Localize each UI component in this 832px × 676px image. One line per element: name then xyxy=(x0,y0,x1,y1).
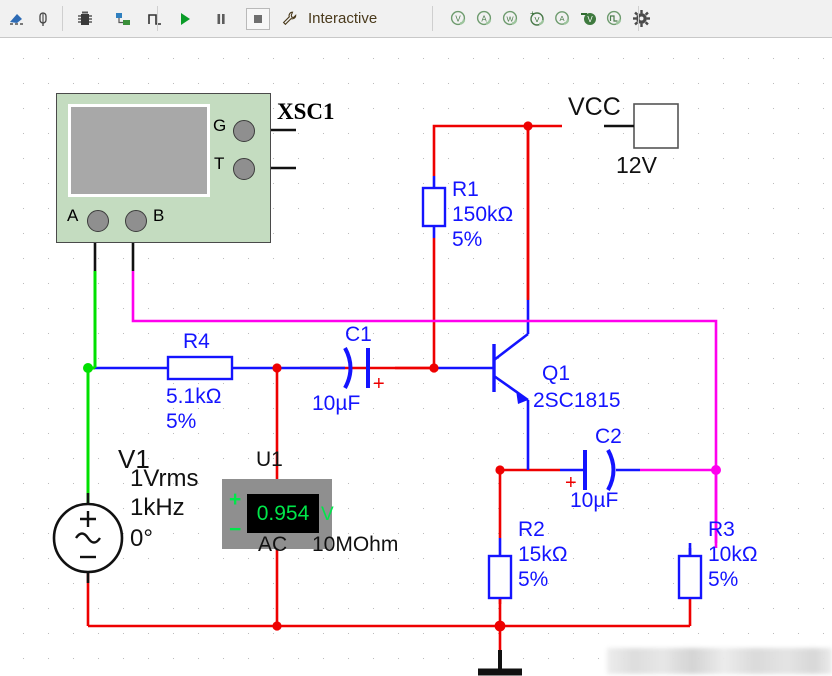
voltage-probe-icon[interactable]: V xyxy=(446,6,472,32)
main-toolbar: Interactive V A W + V A V xyxy=(0,0,832,38)
toolbar-group-simulation: Interactive xyxy=(172,0,377,37)
multimeter-unit-label: V xyxy=(321,504,334,525)
channel-b-terminal[interactable] xyxy=(125,210,147,232)
c2-ref-label: C2 xyxy=(595,425,622,448)
multimeter-ref-label: U1 xyxy=(256,448,283,471)
r1-value-label: 150kΩ xyxy=(452,203,514,226)
digital-probe-icon[interactable] xyxy=(602,6,628,32)
multimeter-plus-terminal-label: + xyxy=(229,488,242,511)
r2-tolerance-label: 5% xyxy=(518,568,549,591)
r3-tolerance-label: 5% xyxy=(708,568,739,591)
r3-value-label: 10kΩ xyxy=(708,543,758,566)
v1-frequency-label: 1kHz xyxy=(130,494,185,521)
c1-polarity-label: + xyxy=(373,373,385,395)
oscilloscope-xsc1[interactable]: A B G T xyxy=(56,93,271,243)
c2-value-label: 10µF xyxy=(570,489,619,512)
probe-icon[interactable] xyxy=(30,6,56,32)
q1-part-label: 2SC1815 xyxy=(533,389,621,412)
v1-amplitude-label: 1Vrms xyxy=(130,465,199,492)
channel-a-label: A xyxy=(67,206,79,225)
toolbar-separator-1 xyxy=(62,6,63,31)
ground-label: G xyxy=(213,116,227,135)
q1-ref-label: Q1 xyxy=(542,362,571,385)
r4-tolerance-label: 5% xyxy=(166,410,197,433)
svg-text:A: A xyxy=(559,14,564,23)
multimeter-display: 0.954 xyxy=(247,494,319,533)
toolbar-separator-4 xyxy=(638,6,639,31)
power-probe-icon[interactable]: W xyxy=(498,6,524,32)
resistor-r4-body xyxy=(166,355,234,381)
c1-value-label: 10µF xyxy=(312,392,361,415)
oscilloscope-display xyxy=(68,104,210,197)
multisim-window: Interactive V A W + V A V A B G T XSC1 +… xyxy=(0,0,832,676)
svg-text:V: V xyxy=(534,15,539,24)
image-watermark xyxy=(607,648,832,674)
r3-ref-label: R3 xyxy=(708,518,735,541)
schematic-canvas[interactable]: A B G T XSC1 + − 0.954 V U1 AC 10MOhm VC… xyxy=(0,38,832,676)
reference-voltage-probe-icon[interactable]: V xyxy=(576,6,602,32)
resistor-r1-body xyxy=(421,186,447,228)
toolbar-separator-2 xyxy=(157,6,158,31)
channel-a-terminal[interactable] xyxy=(87,210,109,232)
current-probe-icon[interactable]: A xyxy=(472,6,498,32)
toolbar-group-probes: V A W + V A V xyxy=(446,0,654,37)
toolbar-group-place xyxy=(4,0,56,37)
capacitor-c2-body xyxy=(583,449,616,491)
r2-ref-label: R2 xyxy=(518,518,545,541)
hierarchy-block-icon[interactable] xyxy=(110,6,136,32)
differential-current-probe-icon[interactable]: A xyxy=(550,6,576,32)
ground-symbol xyxy=(478,650,522,676)
svg-text:V: V xyxy=(455,14,461,23)
r4-ref-label: R4 xyxy=(183,330,210,353)
differential-voltage-probe-icon[interactable]: + V xyxy=(524,6,550,32)
stop-simulation-button[interactable] xyxy=(246,7,270,30)
trigger-terminal[interactable] xyxy=(233,158,255,180)
wrench-icon[interactable] xyxy=(276,6,302,32)
simulation-mode-label: Interactive xyxy=(308,10,378,27)
pause-simulation-button[interactable] xyxy=(208,6,234,32)
vcc-label: VCC xyxy=(568,93,621,121)
vcc-value-label: 12V xyxy=(616,152,657,178)
r1-ref-label: R1 xyxy=(452,178,479,201)
probe-settings-icon[interactable] xyxy=(628,6,654,32)
c1-ref-label: C1 xyxy=(345,323,372,346)
digital-step-icon[interactable] xyxy=(142,6,168,32)
place-component-icon[interactable] xyxy=(4,6,30,32)
toolbar-separator-3 xyxy=(432,6,433,31)
multimeter-mode-label: AC xyxy=(258,533,288,556)
channel-b-label: B xyxy=(153,206,165,225)
svg-text:A: A xyxy=(481,14,487,23)
svg-text:V: V xyxy=(587,15,593,24)
voltage-source-v1-body xyxy=(52,493,124,583)
r4-value-label: 5.1kΩ xyxy=(166,385,222,408)
multimeter-impedance-label: 10MOhm xyxy=(312,533,399,556)
ic-chip-icon[interactable] xyxy=(72,6,98,32)
v1-phase-label: 0° xyxy=(130,525,153,552)
toolbar-group-analysis xyxy=(72,0,168,37)
svg-text:W: W xyxy=(506,14,514,23)
trigger-label: T xyxy=(214,154,225,173)
r2-value-label: 15kΩ xyxy=(518,543,568,566)
multimeter-reading: 0.954 xyxy=(256,501,310,525)
resistor-r2-body xyxy=(487,554,513,600)
r1-tolerance-label: 5% xyxy=(452,228,483,251)
oscilloscope-ref-label: XSC1 xyxy=(277,99,335,124)
ground-terminal[interactable] xyxy=(233,120,255,142)
multimeter-minus-terminal-label: − xyxy=(229,518,242,541)
resistor-r3-body xyxy=(677,554,703,600)
vcc-symbol-body xyxy=(633,103,679,149)
run-simulation-button[interactable] xyxy=(172,6,198,32)
